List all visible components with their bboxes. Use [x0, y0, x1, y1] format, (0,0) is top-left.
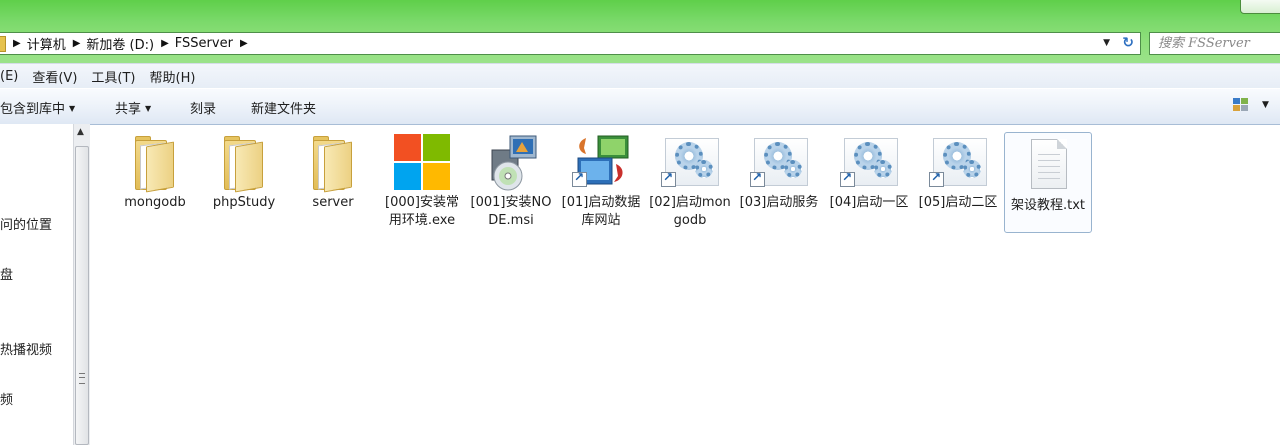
text-file-icon: [1019, 137, 1077, 195]
file-item-install-node-msi[interactable]: [001]安装NODE.msi: [467, 130, 555, 230]
file-item-setup-guide-txt[interactable]: 架设教程.txt: [1004, 132, 1092, 233]
file-name: server: [312, 195, 354, 210]
file-item-start-zone-one[interactable]: [04]启动一区: [825, 130, 913, 212]
file-item-start-zone-two[interactable]: [05]启动二区: [914, 130, 1002, 212]
shortcut-arrow-icon: [840, 170, 855, 187]
navigation-scrollbar[interactable]: ▲: [73, 124, 90, 445]
file-name: [001]安装NODE.msi: [470, 195, 552, 228]
close-button[interactable]: [1240, 0, 1280, 14]
navigation-pane: 问的位置 盘 热播视频 频: [0, 124, 73, 445]
menu-help[interactable]: 帮助(H): [150, 67, 196, 86]
chevron-down-icon[interactable]: ▼: [1262, 100, 1269, 110]
file-name: [04]启动一区: [829, 195, 909, 210]
file-item-start-service[interactable]: [03]启动服务: [735, 130, 823, 212]
chevron-right-icon[interactable]: ▶: [73, 38, 81, 49]
installer-icon: [482, 134, 540, 192]
chevron-down-icon: ▼: [69, 104, 76, 113]
menu-bar: (E) 查看(V) 工具(T) 帮助(H): [0, 63, 1280, 89]
breadcrumb-item-computer[interactable]: ▶ 计算机: [6, 33, 66, 54]
chevron-down-icon: ▼: [145, 104, 152, 113]
gear-shortcut-icon: [750, 134, 808, 192]
address-history-dropdown-icon[interactable]: ▼: [1103, 38, 1110, 48]
file-name: [03]启动服务: [739, 195, 819, 210]
nav-item-hot-videos[interactable]: 热播视频: [0, 339, 52, 358]
search-box[interactable]: [1149, 32, 1280, 55]
folder-icon: [215, 134, 273, 193]
chevron-right-icon[interactable]: ▶: [13, 38, 21, 49]
burn-button[interactable]: 刻录: [190, 98, 216, 117]
gear-shortcut-icon: [929, 134, 987, 192]
scrollbar-thumb[interactable]: [75, 146, 89, 445]
file-name: [05]启动二区: [918, 195, 998, 210]
nav-item-disk[interactable]: 盘: [0, 264, 13, 283]
shortcut-arrow-icon: [929, 170, 944, 187]
menu-tools[interactable]: 工具(T): [91, 67, 135, 86]
gear-shortcut-icon: [661, 134, 719, 192]
folder-icon: [304, 134, 362, 193]
file-item-phpstudy[interactable]: phpStudy: [200, 130, 288, 212]
file-item-server[interactable]: server: [289, 130, 377, 212]
file-item-mongodb[interactable]: mongodb: [111, 130, 199, 212]
file-name: [02]启动mongodb: [649, 195, 731, 228]
nav-item-videos[interactable]: 频: [0, 389, 13, 408]
share-button[interactable]: 共享 ▼: [115, 98, 151, 117]
windows-logo-icon: [393, 134, 451, 192]
breadcrumb-item-drive[interactable]: ▶ 新加卷 (D:): [66, 33, 154, 54]
include-in-library-button[interactable]: 包含到库中 ▼: [0, 98, 75, 117]
address-bar[interactable]: ▶ 计算机 ▶ 新加卷 (D:) ▶ FSServer ▶ ▼ ↻: [0, 32, 1141, 55]
file-item-install-env-exe[interactable]: [000]安装常用环境.exe: [378, 130, 466, 230]
menu-view[interactable]: 查看(V): [32, 67, 77, 86]
file-name: mongodb: [124, 195, 186, 210]
new-folder-button[interactable]: 新建文件夹: [251, 98, 316, 117]
file-name: phpStudy: [212, 195, 276, 210]
search-input[interactable]: [1158, 34, 1278, 53]
grip-icon: [79, 373, 85, 384]
shortcut-arrow-icon: [750, 170, 765, 187]
scroll-up-icon[interactable]: ▲: [77, 127, 84, 137]
chevron-right-icon[interactable]: ▶: [161, 38, 169, 49]
menu-edit[interactable]: (E): [0, 69, 18, 84]
file-name: 架设教程.txt: [1010, 198, 1086, 213]
shortcut-arrow-icon: [661, 170, 676, 187]
file-name: [000]安装常用环境.exe: [385, 195, 459, 228]
refresh-icon[interactable]: ↻: [1122, 35, 1134, 51]
file-name: [01]启动数据库网站: [561, 195, 641, 228]
folder-icon: [126, 134, 184, 193]
file-item-start-mongodb[interactable]: [02]启动mongodb: [646, 130, 734, 230]
file-item-start-db-website[interactable]: [01]启动数据库网站: [557, 130, 645, 230]
network-shortcut-icon: [572, 134, 630, 192]
chevron-right-icon[interactable]: ▶: [240, 38, 248, 49]
shortcut-arrow-icon: [572, 170, 587, 187]
gear-shortcut-icon: [840, 134, 898, 192]
nav-item-recent-places[interactable]: 问的位置: [0, 214, 52, 233]
change-view-icon[interactable]: [1233, 98, 1248, 112]
breadcrumb-item-fsserver[interactable]: ▶ FSServer ▶: [154, 33, 254, 54]
